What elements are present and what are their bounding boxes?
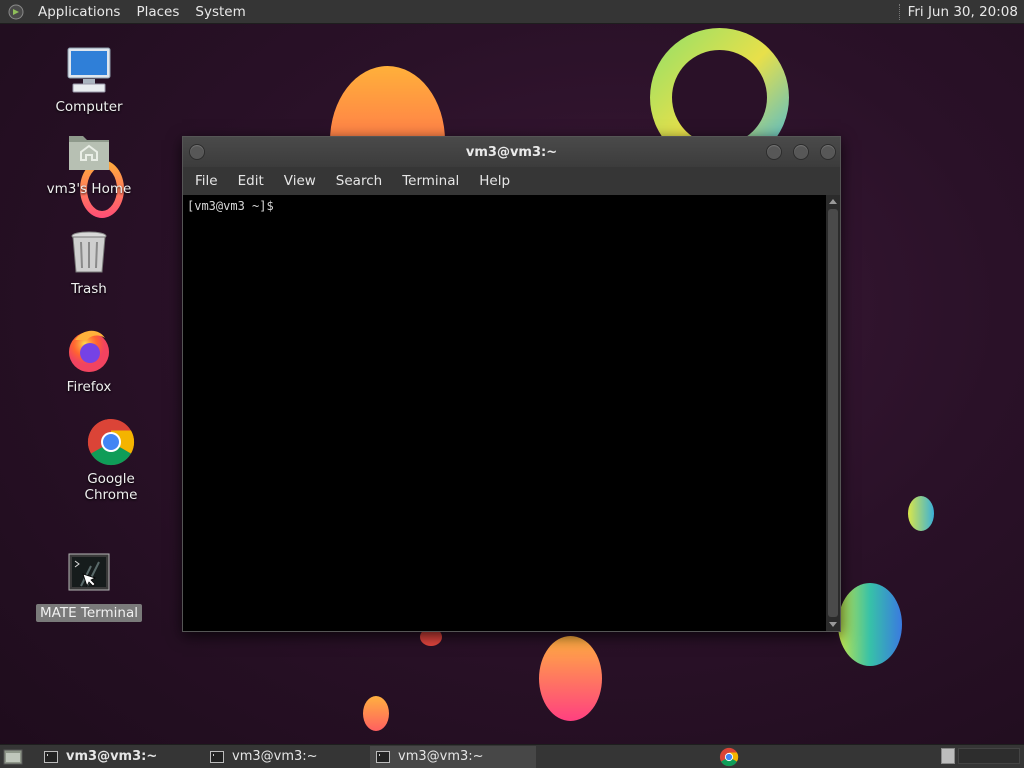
desktop-icon-label: Google Chrome xyxy=(84,471,138,503)
terminal-output[interactable]: [vm3@vm3 ~]$ xyxy=(183,195,826,631)
taskbar-item[interactable]: vm3@vm3:~ xyxy=(204,746,370,768)
terminal-task-icon xyxy=(376,750,390,763)
desktop-icon-mate-terminal[interactable]: MATE Terminal xyxy=(34,552,144,622)
wallpaper-green-blue-blob xyxy=(838,583,902,666)
task-label: vm3@vm3:~ xyxy=(232,749,318,764)
taskbar-item[interactable]: vm3@vm3:~ xyxy=(38,746,204,768)
desktop-icon-label: vm3's Home xyxy=(46,181,132,197)
firefox-icon xyxy=(65,326,113,374)
minimize-button[interactable] xyxy=(766,144,782,160)
desktop-icon-firefox[interactable]: Firefox xyxy=(34,326,144,396)
window-menubar: File Edit View Search Terminal Help xyxy=(183,167,840,195)
trash-icon xyxy=(65,228,113,276)
terminal-scrollbar[interactable] xyxy=(826,195,840,631)
close-button[interactable] xyxy=(820,144,836,160)
workspace-1[interactable] xyxy=(941,748,955,764)
clock[interactable]: Fri Jun 30, 20:08 xyxy=(908,4,1024,20)
home-folder-icon xyxy=(65,128,113,176)
chrome-tray-icon[interactable] xyxy=(718,747,740,767)
desktop-icon-label: Computer xyxy=(55,99,123,115)
task-label: vm3@vm3:~ xyxy=(66,749,158,764)
terminal-task-icon xyxy=(210,750,224,763)
panel-separator xyxy=(898,3,902,20)
desktop-icon-label: Firefox xyxy=(66,379,112,395)
desktop-icon-trash[interactable]: Trash xyxy=(34,228,144,298)
mate-logo-icon[interactable] xyxy=(8,4,24,20)
places-menu[interactable]: Places xyxy=(128,0,187,24)
workspace-switcher[interactable] xyxy=(958,748,1020,764)
wallpaper-pink-blob xyxy=(539,636,602,721)
applications-menu[interactable]: Applications xyxy=(30,0,128,24)
window-titlebar[interactable]: vm3@vm3:~ xyxy=(183,137,840,167)
scrollbar-thumb[interactable] xyxy=(828,209,838,617)
bottom-panel: vm3@vm3:~ vm3@vm3:~ vm3@vm3:~ xyxy=(0,744,1024,768)
desktop-icon-computer[interactable]: Computer xyxy=(34,46,144,116)
menu-terminal[interactable]: Terminal xyxy=(392,173,469,189)
menu-help[interactable]: Help xyxy=(469,173,520,189)
desktop-icon-home[interactable]: vm3's Home xyxy=(34,128,144,198)
chrome-icon xyxy=(87,418,135,466)
wallpaper-small-orange-blob xyxy=(363,696,389,731)
window-title: vm3@vm3:~ xyxy=(465,144,558,160)
system-menu[interactable]: System xyxy=(187,0,253,24)
terminal-window[interactable]: vm3@vm3:~ File Edit View Search Terminal… xyxy=(182,136,841,632)
menu-view[interactable]: View xyxy=(274,173,326,189)
terminal-icon xyxy=(65,552,113,600)
desktop-icon-label: Trash xyxy=(71,281,107,297)
scroll-down-icon[interactable] xyxy=(829,622,837,627)
wallpaper-small-green-blob xyxy=(908,496,934,531)
desktop-icon-label: MATE Terminal xyxy=(36,604,142,622)
menu-search[interactable]: Search xyxy=(326,173,392,189)
terminal-task-icon xyxy=(44,750,58,763)
computer-icon xyxy=(65,46,113,94)
shell-prompt: [vm3@vm3 ~]$ xyxy=(187,199,274,213)
taskbar-item[interactable]: vm3@vm3:~ xyxy=(370,745,536,768)
top-panel: Applications Places System Fri Jun 30, 2… xyxy=(0,0,1024,24)
menu-edit[interactable]: Edit xyxy=(228,173,274,189)
desktop-icon-chrome[interactable]: Google Chrome xyxy=(56,418,166,504)
maximize-button[interactable] xyxy=(793,144,809,160)
show-desktop-icon[interactable] xyxy=(2,747,24,767)
task-label: vm3@vm3:~ xyxy=(398,749,484,764)
menu-file[interactable]: File xyxy=(185,173,228,189)
scroll-up-icon[interactable] xyxy=(829,199,837,204)
